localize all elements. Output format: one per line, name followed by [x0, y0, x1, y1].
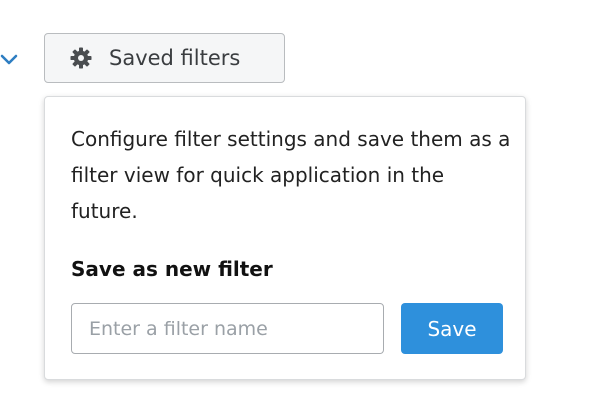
- filter-name-input[interactable]: [71, 303, 384, 354]
- save-filter-popover: Configure filter settings and save them …: [44, 96, 526, 380]
- save-button[interactable]: Save: [401, 303, 503, 354]
- popover-description: Configure filter settings and save them …: [71, 127, 511, 223]
- saved-filters-button[interactable]: Saved filters: [44, 33, 285, 83]
- saved-filters-label: Saved filters: [109, 46, 241, 70]
- gear-icon: [69, 46, 93, 70]
- save-as-new-filter-heading: Save as new filter: [71, 257, 273, 281]
- chevron-down-icon[interactable]: [0, 50, 18, 68]
